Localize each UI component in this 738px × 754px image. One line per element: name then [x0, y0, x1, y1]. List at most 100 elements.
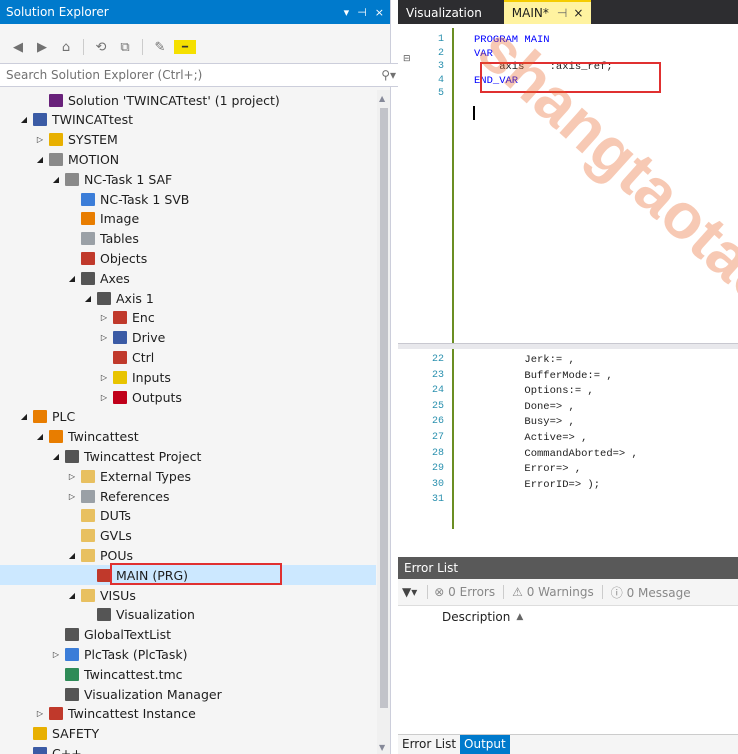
tree-item[interactable]: GVLs — [66, 526, 132, 546]
expand-icon[interactable]: ◢ — [34, 432, 46, 441]
code-line[interactable]: Active=> , — [474, 432, 587, 445]
filter-icon[interactable]: ▼▾ — [402, 585, 417, 599]
close-icon[interactable]: × — [375, 6, 384, 19]
tree-item[interactable]: ▷ References — [66, 486, 170, 506]
code-line[interactable]: Done=> , — [474, 401, 574, 414]
folder-icon — [81, 469, 95, 483]
code-line[interactable]: CommandAborted=> , — [474, 448, 637, 461]
tree-item[interactable]: ◢ TWINCATtest — [18, 110, 133, 130]
code-line[interactable]: Jerk:= , — [474, 354, 574, 367]
expand-icon[interactable]: ◢ — [34, 155, 46, 164]
tree-item[interactable]: ◢ NC-Task 1 SAF — [50, 169, 172, 189]
home-icon[interactable]: ⌂ — [56, 37, 76, 57]
code-line[interactable]: BufferMode:= , — [474, 370, 612, 383]
close-icon[interactable]: × — [573, 6, 583, 20]
scroll-down-icon[interactable]: ▼ — [379, 743, 385, 752]
code-line[interactable]: VAR — [474, 48, 493, 61]
search-input[interactable]: Search Solution Explorer (Ctrl+;) — [6, 68, 381, 82]
pin-icon[interactable]: ⊣ — [557, 6, 567, 20]
folder-open-icon — [81, 588, 95, 602]
plc-project-icon — [49, 430, 63, 444]
tree-item[interactable]: Image — [66, 209, 139, 229]
properties-icon[interactable]: ✎ — [150, 37, 170, 57]
history-icon[interactable]: ⟲ — [91, 37, 111, 57]
expand-icon[interactable]: ◢ — [66, 551, 78, 560]
tree-item[interactable]: ◢ Axis 1 — [82, 288, 154, 308]
warnings-filter[interactable]: ⚠ 0 Warnings — [512, 585, 594, 599]
search-icon[interactable]: ⚲▾ — [381, 68, 396, 82]
expand-icon[interactable]: ▷ — [98, 373, 110, 382]
tree-item[interactable]: ▷ PlcTask (PlcTask) — [50, 644, 188, 664]
expand-icon[interactable]: ◢ — [50, 452, 62, 461]
tree-item-label: C++ — [52, 745, 82, 754]
scrollbar-thumb[interactable] — [380, 108, 388, 708]
expand-icon[interactable]: ▷ — [98, 393, 110, 402]
tree-item[interactable]: NC-Task 1 SVB — [66, 189, 189, 209]
solution-explorer-scrollbar[interactable]: ▲ ▼ — [377, 90, 390, 754]
tree-item[interactable]: ▷ SYSTEM — [34, 130, 118, 150]
collapse-icon[interactable]: ━ — [174, 40, 196, 54]
tree-item-label: SAFETY — [52, 726, 100, 742]
collapse-icon[interactable]: ⊟ — [403, 54, 411, 64]
tree-item[interactable]: Visualization — [82, 605, 195, 625]
code-line[interactable]: Error=> , — [474, 463, 581, 476]
code-line[interactable]: PROGRAM MAIN — [474, 34, 550, 47]
solution-explorer-search[interactable]: Search Solution Explorer (Ctrl+;) ⚲▾ — [0, 63, 402, 87]
tab-main[interactable]: MAIN* ⊣ × — [503, 0, 592, 24]
description-column-header[interactable]: Description — [442, 610, 510, 624]
tree-item[interactable]: ◢ PLC — [18, 407, 75, 427]
tree-item[interactable]: Visualization Manager — [50, 684, 222, 704]
motion-icon — [49, 152, 63, 166]
tree-item[interactable]: Tables — [66, 229, 139, 249]
tree-item[interactable]: Objects — [66, 248, 147, 268]
tree-item[interactable]: GlobalTextList — [50, 625, 171, 645]
expand-icon[interactable]: ▷ — [98, 313, 110, 322]
tree-item[interactable]: ▷ Drive — [98, 328, 165, 348]
tree-item[interactable]: ▷ Outputs — [98, 387, 182, 407]
forward-icon[interactable]: ▶ — [32, 37, 52, 57]
tab-error-list[interactable]: Error List — [398, 735, 460, 754]
tree-item[interactable]: DUTs — [66, 506, 131, 526]
errors-filter[interactable]: ⊗ 0 Errors — [434, 585, 495, 599]
tab-visualization[interactable]: Visualization — [398, 2, 490, 24]
code-line[interactable]: Options:= , — [474, 385, 593, 398]
expand-icon[interactable]: ◢ — [66, 274, 78, 283]
code-line[interactable]: Busy=> , — [474, 416, 574, 429]
expand-icon[interactable]: ◢ — [18, 115, 30, 124]
dropdown-icon[interactable]: ▾ — [344, 6, 350, 19]
expand-icon[interactable]: ◢ — [50, 175, 62, 184]
expand-icon[interactable]: ▷ — [34, 135, 46, 144]
expand-icon[interactable]: ▷ — [66, 492, 78, 501]
back-icon[interactable]: ◀ — [8, 37, 28, 57]
messages-filter[interactable]: ⓘ 0 Message — [611, 584, 691, 601]
tree-item[interactable]: ◢ Twincattest Project — [50, 446, 201, 466]
tree-item[interactable]: ◢ Twincattest — [34, 427, 139, 447]
expand-icon[interactable]: ◢ — [82, 294, 94, 303]
tree-item[interactable]: Ctrl — [98, 347, 154, 367]
pin-icon[interactable]: ⊣ — [357, 6, 367, 19]
expand-icon[interactable]: ▷ — [98, 333, 110, 342]
tree-item[interactable]: ◢ VISUs — [66, 585, 136, 605]
tree-item[interactable]: ▷ Twincattest Instance — [34, 704, 196, 724]
tab-output[interactable]: Output — [460, 735, 510, 754]
tree-item[interactable]: ▷ Enc — [98, 308, 155, 328]
tree-item[interactable]: Twincattest.tmc — [50, 664, 183, 684]
tree-item[interactable]: ◢ MOTION — [34, 149, 119, 169]
tree-item[interactable]: C++ — [18, 743, 82, 754]
tree-item[interactable]: SAFETY — [18, 724, 99, 744]
code-line[interactable]: ErrorID=> ); — [474, 479, 600, 492]
sync-icon[interactable]: ⧉ — [115, 37, 135, 57]
expand-icon[interactable]: ◢ — [66, 591, 78, 600]
tree-item[interactable]: ◢ Axes — [66, 268, 130, 288]
implementation-section[interactable]: 22 Jerk:= , 23 BufferMode:= , 24 Options:=… — [398, 349, 738, 557]
expand-icon[interactable]: ▷ — [66, 472, 78, 481]
tree-item[interactable]: MAIN (PRG) — [0, 563, 376, 586]
project-file-icon — [65, 449, 79, 463]
tree-item[interactable]: Solution 'TWINCATtest' (1 project) — [34, 90, 280, 110]
scroll-up-icon[interactable]: ▲ — [379, 94, 385, 103]
expand-icon[interactable]: ▷ — [34, 709, 46, 718]
expand-icon[interactable]: ◢ — [18, 412, 30, 421]
tree-item[interactable]: ▷ Inputs — [98, 367, 171, 387]
expand-icon[interactable]: ▷ — [50, 650, 62, 659]
tree-item[interactable]: ▷ External Types — [66, 466, 191, 486]
